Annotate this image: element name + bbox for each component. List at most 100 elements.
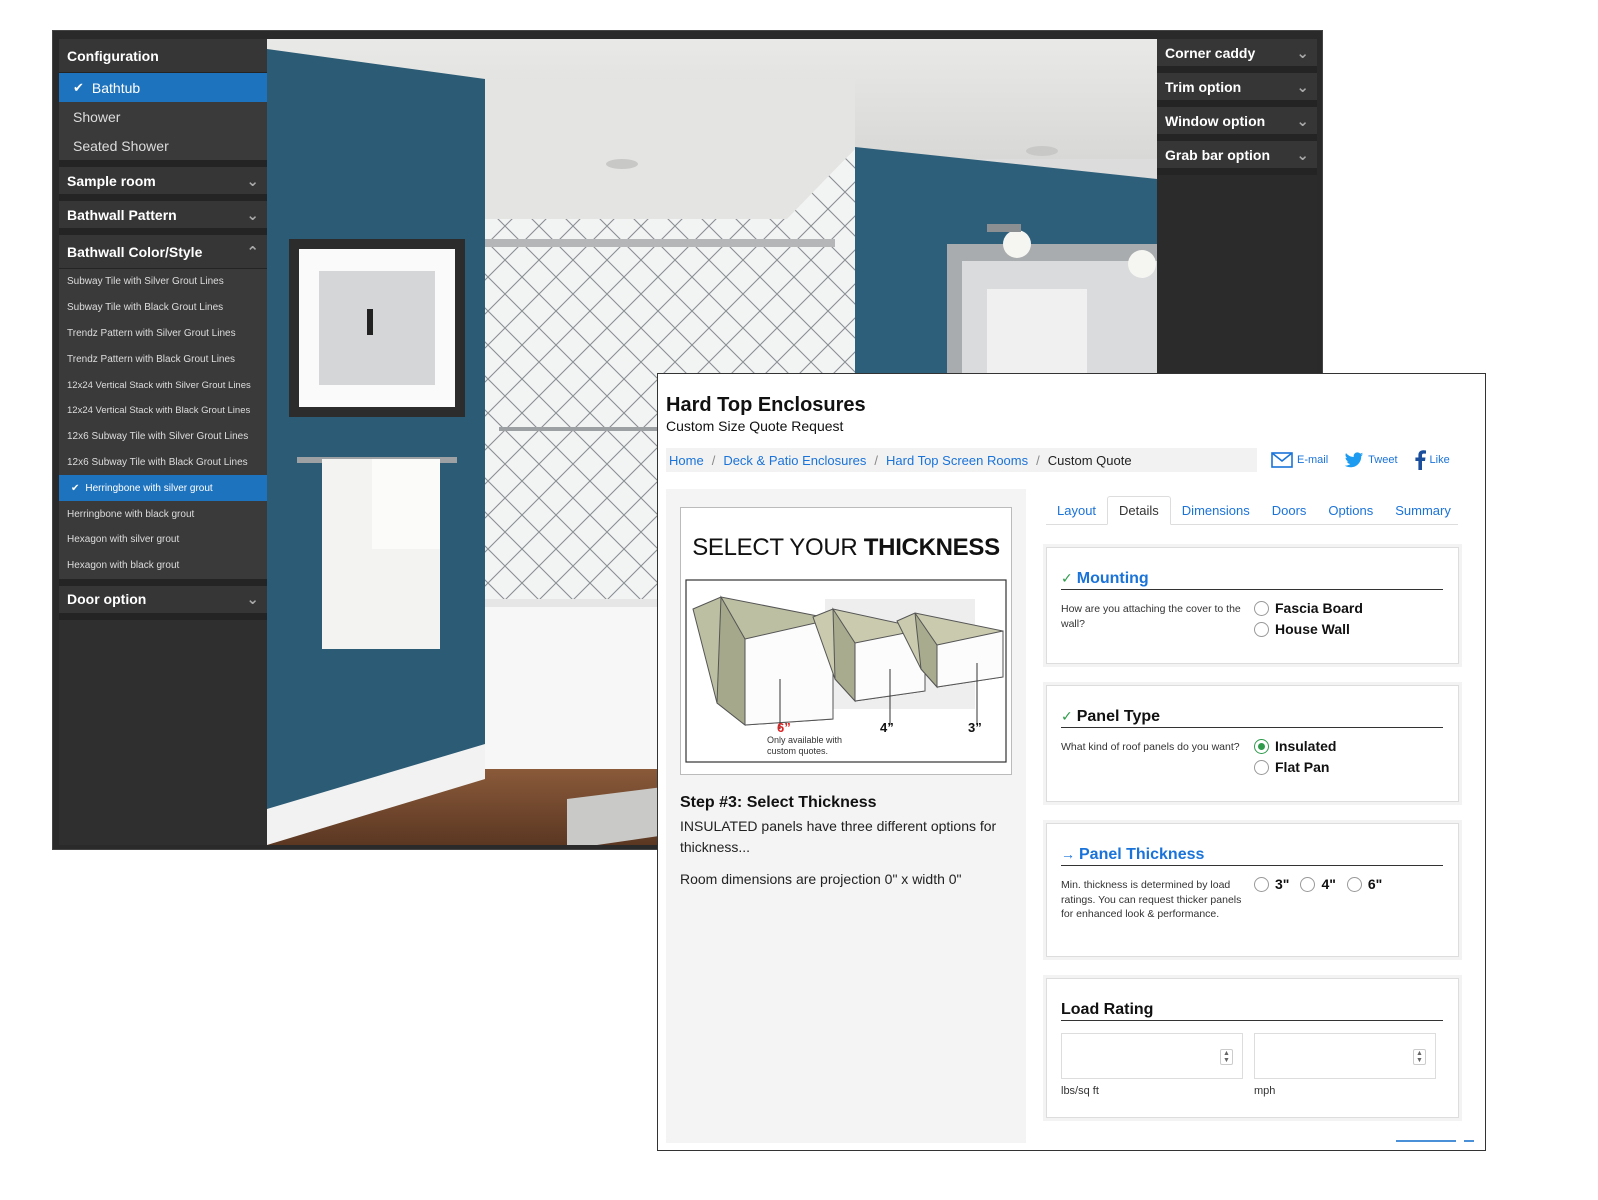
radio-button[interactable] [1254,600,1269,616]
color-item[interactable]: Hexagon with silver grout [59,526,267,553]
radio-button[interactable] [1300,876,1316,892]
divider [59,160,267,167]
tab-summary[interactable]: Summary [1384,496,1462,525]
color-item[interactable]: Trendz Pattern with Silver Grout Lines [59,320,267,347]
radio-label: House Wall [1275,621,1350,637]
radio-button[interactable] [1254,621,1269,637]
quote-request-window: Hard Top Enclosures Custom Size Quote Re… [657,373,1486,1151]
spinner-icon[interactable]: ▲ ▼ [1413,1049,1426,1065]
checkmark-icon: ✓ [1061,708,1073,724]
figure-title-bold: THICKNESS [863,534,1000,561]
config-item-label: Shower [73,108,121,125]
color-item-label: 12x6 Subway Tile with Silver Grout Lines [67,431,249,443]
panel-type-card: ✓ Panel Type What kind of roof panels do … [1046,685,1459,802]
door-option-header[interactable]: Door option ⌄ [59,585,267,620]
checkmark-icon: ✓ [1061,570,1073,586]
color-item-label: 12x6 Subway Tile with Black Grout Lines [67,456,248,468]
tab-layout[interactable]: Layout [1046,496,1107,525]
color-item[interactable]: Trendz Pattern with Black Grout Lines [59,346,267,373]
tab-doors[interactable]: Doors [1261,496,1318,525]
radio-button-checked[interactable] [1254,738,1269,754]
label-6-inch: 6” [777,720,791,735]
tab-details[interactable]: Details [1107,496,1171,525]
configuration-header[interactable]: Configuration [59,39,267,73]
radio-insulated[interactable]: Insulated [1254,738,1336,754]
lbs-per-sqft-input[interactable]: ▲ ▼ [1061,1033,1243,1079]
trim-option-header[interactable]: Trim option ⌄ [1157,73,1317,107]
color-item[interactable]: Herringbone with black grout [59,501,267,527]
color-item[interactable]: Subway Tile with Silver Grout Lines [59,269,267,295]
bathwall-pattern-label: Bathwall Pattern [67,206,177,223]
bathwall-color-header[interactable]: Bathwall Color/Style ⌃ [59,235,267,269]
breadcrumb-home-link[interactable]: Home [669,453,704,468]
radio-label: Insulated [1275,738,1337,754]
grab-bar-option-label: Grab bar option [1165,146,1270,163]
breadcrumb-screen-rooms-link[interactable]: Hard Top Screen Rooms [886,453,1028,468]
panel-thickness-heading: → Panel Thickness [1061,846,1443,866]
window-option-header[interactable]: Window option ⌄ [1157,107,1317,141]
chevron-down-icon: ⌄ [1296,78,1309,96]
mounting-heading: ✓ Mounting [1061,570,1443,590]
radio-fascia-board[interactable]: Fascia Board [1254,600,1363,616]
email-share-button[interactable]: E-mail [1271,452,1328,468]
chevron-down-icon: ⌄ [1296,112,1309,130]
radio-house-wall[interactable]: House Wall [1254,621,1350,637]
radio-label: Fascia Board [1275,600,1363,616]
trim-option-label: Trim option [1165,78,1242,95]
form-tabs: Layout Details Dimensions Doors Options … [1046,496,1458,525]
room-dimensions-text: Room dimensions are projection 0" x widt… [680,871,962,887]
radio-button[interactable] [1346,876,1362,892]
color-item-label: Subway Tile with Black Grout Lines [67,302,224,314]
mounting-title: Mounting [1076,570,1149,587]
panel-type-question: What kind of roof panels do you want? [1061,741,1240,753]
radio-button[interactable] [1254,759,1269,775]
figure-title: SELECT YOUR THICKNESS [681,534,1011,562]
radio-label: 6" [1367,876,1383,892]
config-item-bathtub[interactable]: ✔ Bathtub [59,73,267,102]
checkmark-icon: ✔ [71,482,80,494]
spinner-icon[interactable]: ▲ ▼ [1220,1049,1233,1065]
radio-label: Flat Pan [1275,759,1330,775]
figure-title-light: SELECT YOUR [692,534,858,561]
color-item-selected[interactable]: ✔ Herringbone with silver grout [59,475,267,502]
mounting-question: How are you attaching the cover to the w… [1061,603,1241,630]
color-item[interactable]: 12x6 Subway Tile with Black Grout Lines [59,449,267,476]
tab-dimensions[interactable]: Dimensions [1171,496,1261,525]
breadcrumb-separator: / [1036,452,1040,468]
config-item-seated-shower[interactable]: Seated Shower [59,131,267,160]
config-item-shower[interactable]: Shower [59,102,267,131]
color-item-label: Hexagon with black grout [67,560,180,572]
color-item-label: 12x24 Vertical Stack with Black Grout Li… [67,405,251,417]
sample-room-header[interactable]: Sample room ⌄ [59,167,267,201]
color-item[interactable]: Subway Tile with Black Grout Lines [59,294,267,321]
radio-4-inch[interactable]: 4" [1300,876,1336,892]
custom-only-note: Only available with custom quotes. [767,735,843,756]
color-item-label: Subway Tile with Silver Grout Lines [67,276,224,288]
color-item-label: Trendz Pattern with Black Grout Lines [67,353,236,365]
color-item-label: Herringbone with silver grout [85,482,213,494]
radio-6-inch[interactable]: 6" [1346,876,1383,892]
grab-bar-option-header[interactable]: Grab bar option ⌄ [1157,141,1317,175]
breadcrumb-deck-link[interactable]: Deck & Patio Enclosures [723,453,866,468]
facebook-like-button[interactable]: Like [1414,450,1450,470]
bathwall-pattern-header[interactable]: Bathwall Pattern ⌄ [59,201,267,235]
breadcrumb-separator: / [711,452,716,468]
color-item[interactable]: Hexagon with black grout [59,552,267,579]
color-item[interactable]: 12x24 Vertical Stack with Silver Grout L… [59,372,267,398]
color-item[interactable]: 12x24 Vertical Stack with Black Grout Li… [59,397,267,424]
email-share-label: E-mail [1297,454,1329,466]
chevron-down-icon: ⌄ [1296,146,1309,164]
radio-3-inch[interactable]: 3" [1254,876,1289,892]
tweet-label: Tweet [1368,454,1398,466]
corner-caddy-header[interactable]: Corner caddy ⌄ [1157,39,1317,73]
tab-options[interactable]: Options [1317,496,1384,525]
radio-flat-pan[interactable]: Flat Pan [1254,759,1329,775]
radio-button[interactable] [1254,876,1269,892]
mph-input[interactable]: ▲ ▼ [1254,1033,1436,1079]
footer-button-edge [1464,1140,1474,1142]
tweet-button[interactable]: Tweet [1344,451,1398,469]
mph-label: mph [1254,1085,1276,1097]
panel-thickness-card: → Panel Thickness Min. thickness is deter… [1046,823,1459,957]
step-description: INSULATED panels have three different op… [680,818,997,855]
color-item[interactable]: 12x6 Subway Tile with Silver Grout Lines [59,423,267,450]
